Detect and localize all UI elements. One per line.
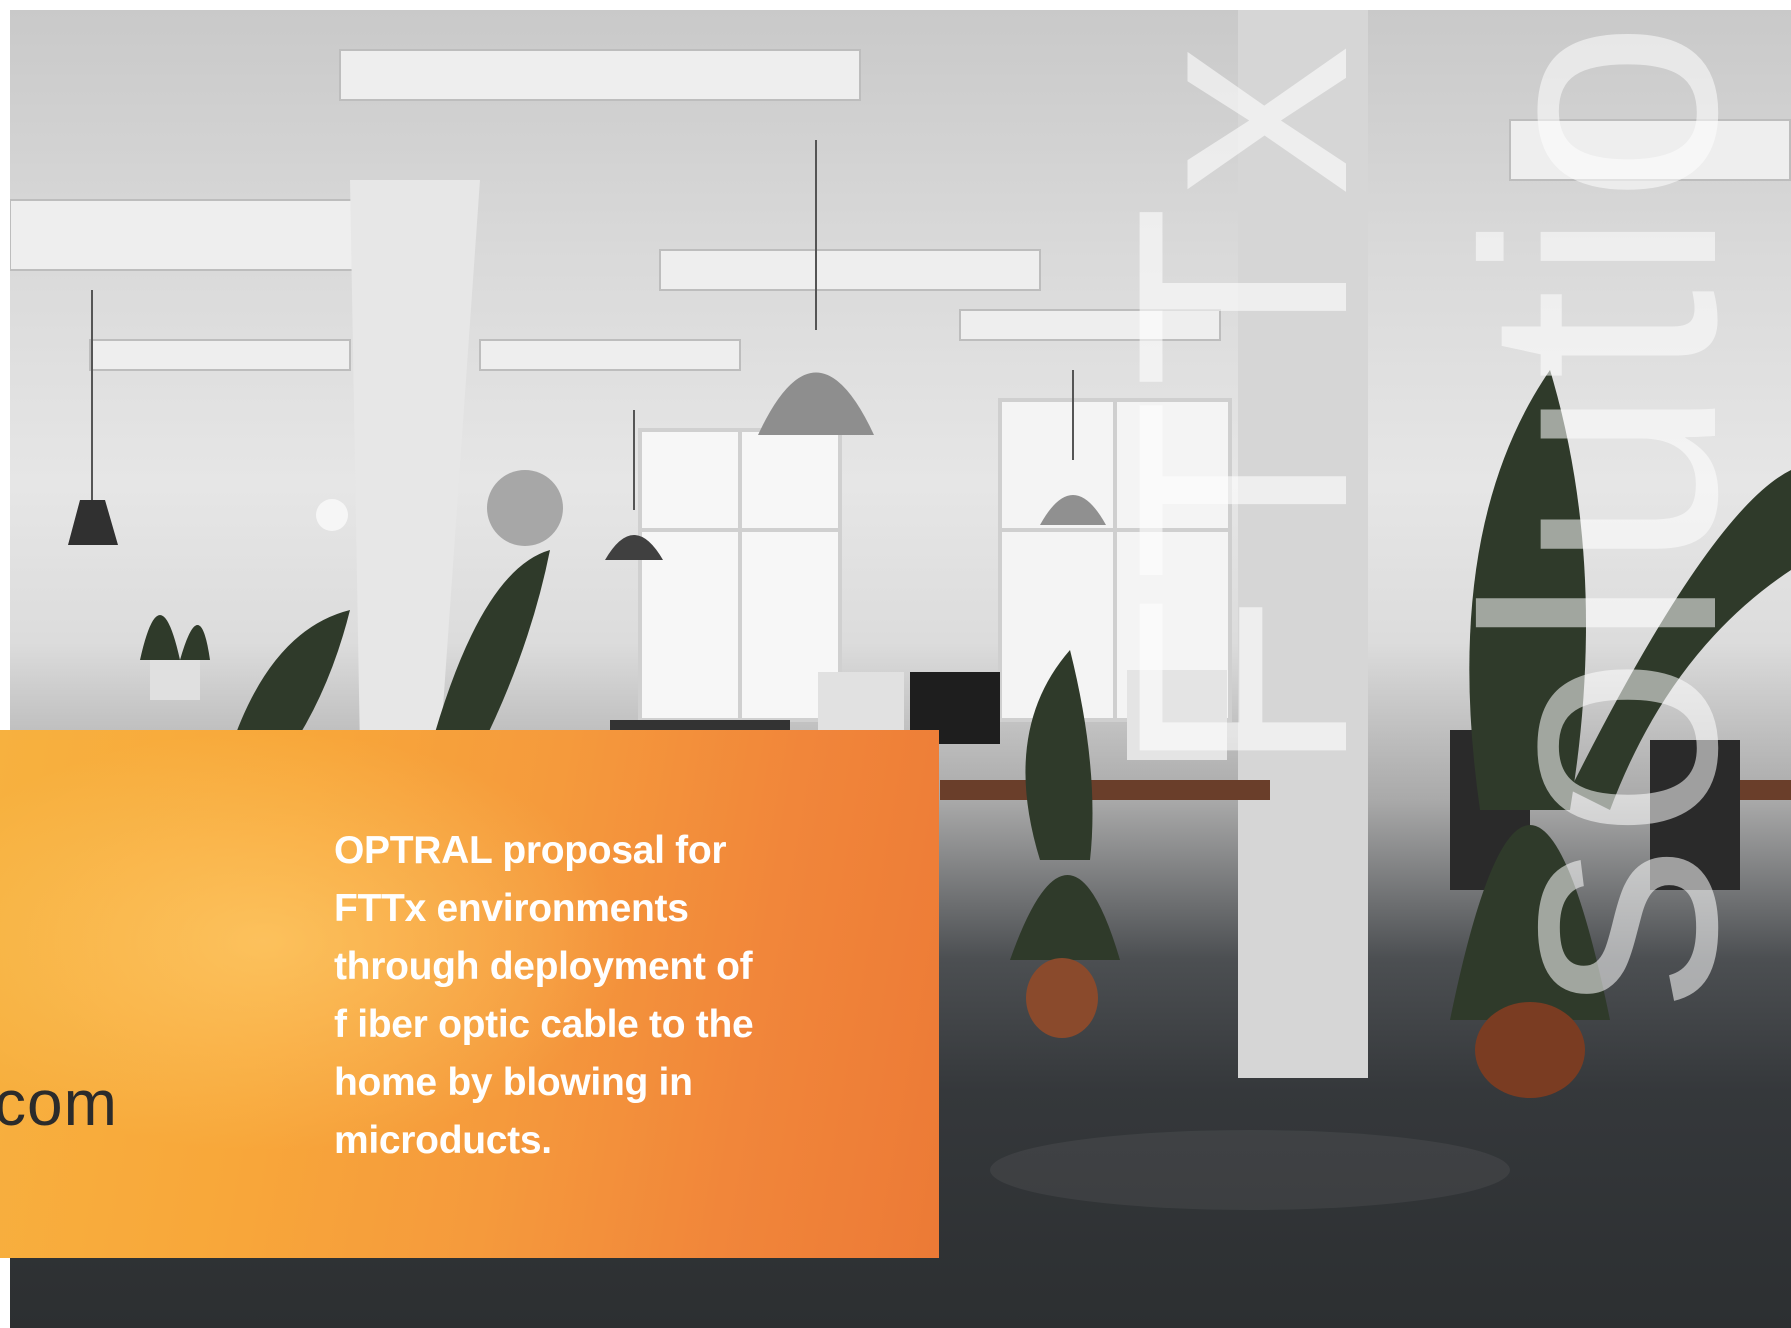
description-line: FTTx environments xyxy=(334,887,689,930)
window-left xyxy=(638,428,842,722)
disco-ball xyxy=(487,470,563,546)
plant-pot xyxy=(1026,958,1098,1038)
desk-top xyxy=(940,780,1270,800)
fttx-vertical-title: FTTx xyxy=(1074,35,1410,775)
spot-lamp xyxy=(316,499,348,531)
ceiling-panel xyxy=(339,49,861,101)
pendant-lamp xyxy=(68,500,118,545)
ceiling-panel xyxy=(479,339,741,371)
plant xyxy=(140,615,210,660)
solution-vertical-title: solution xyxy=(1416,0,1785,1010)
plant-pot xyxy=(1475,1002,1585,1098)
description-line: through deployment of xyxy=(334,945,753,988)
plant xyxy=(1010,875,1120,960)
proposal-description: OPTRAL proposal for FTTx environments th… xyxy=(334,822,834,1170)
ceiling-panel xyxy=(10,199,391,271)
ceiling-panel xyxy=(89,339,351,371)
ceiling-panel xyxy=(659,249,1041,291)
website-fragment: com xyxy=(0,1067,118,1139)
description-line: f iber optic cable to the xyxy=(334,1003,754,1046)
description-line: home by blowing in xyxy=(334,1061,693,1104)
description-line: microducts. xyxy=(334,1119,552,1162)
description-line: OPTRAL proposal for xyxy=(334,829,727,872)
pendant-lamp xyxy=(758,372,874,435)
